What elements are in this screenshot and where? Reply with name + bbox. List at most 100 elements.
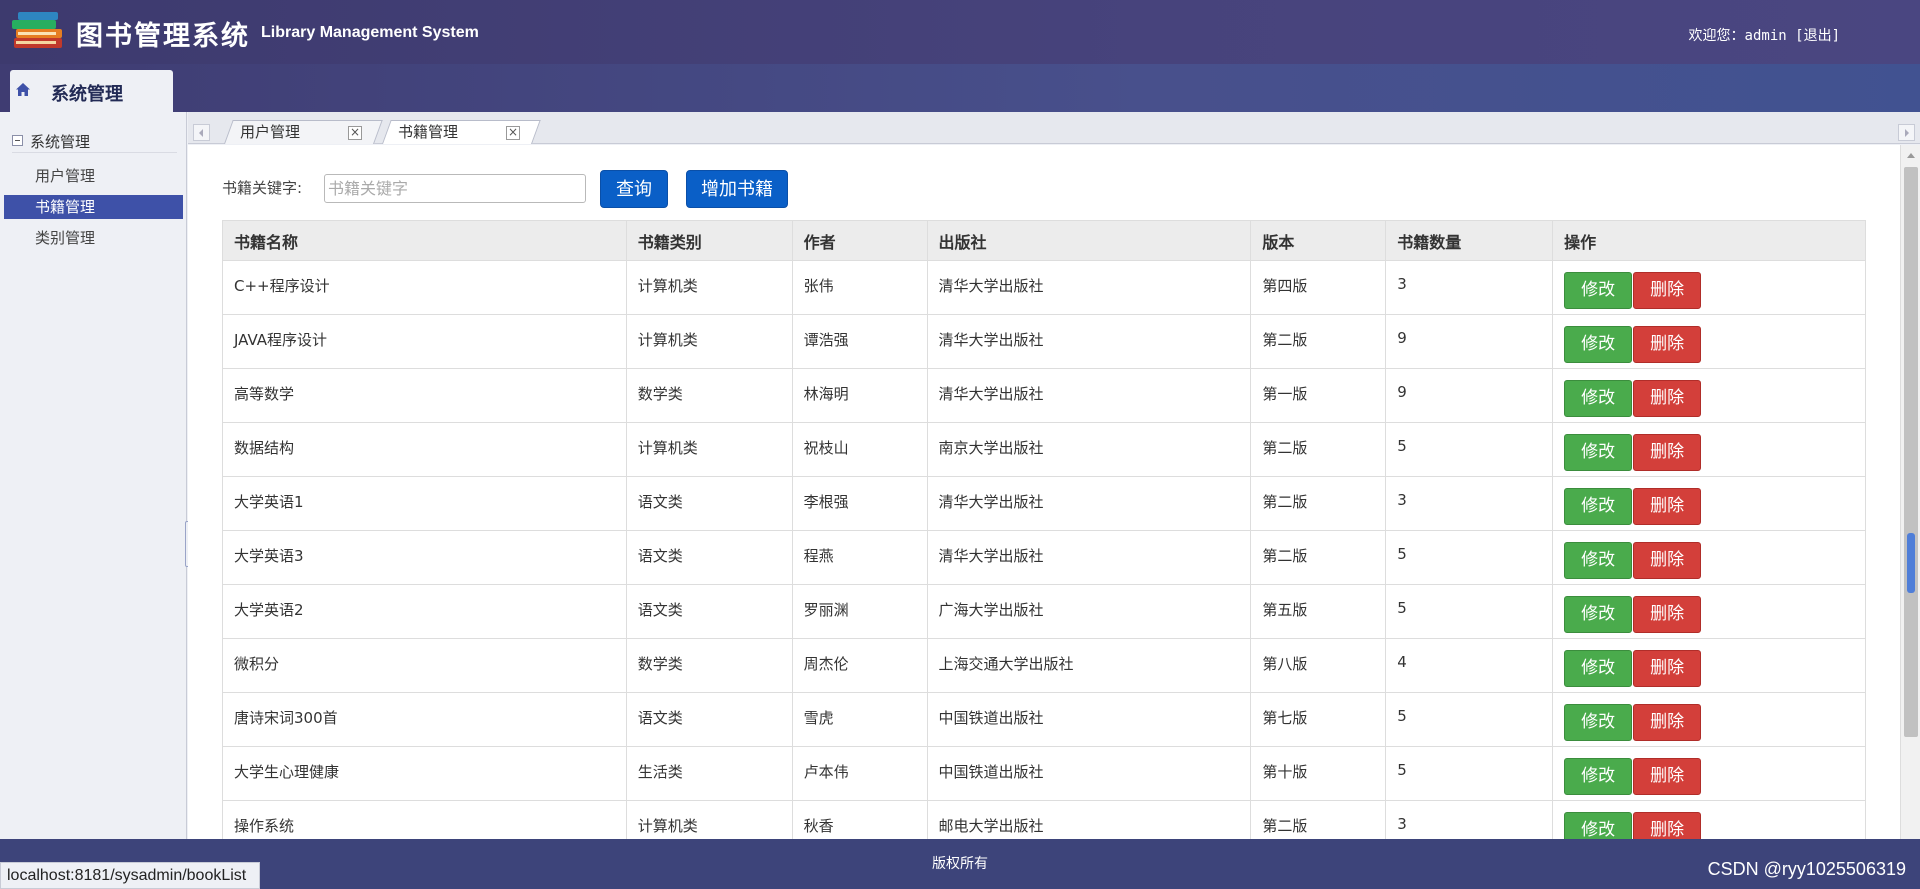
query-button[interactable]: 查询 xyxy=(600,170,668,208)
cell-publisher: 中国铁道出版社 xyxy=(926,692,1252,747)
delete-button[interactable]: 删除 xyxy=(1633,812,1702,839)
edit-button[interactable]: 修改 xyxy=(1564,542,1633,579)
cell-book-count: 3 xyxy=(1385,476,1554,531)
copyright-text: 版权所有 xyxy=(932,856,988,872)
cell-book-count: 5 xyxy=(1385,692,1554,747)
app-subtitle: Library Management System xyxy=(261,24,479,41)
cell-actions: 修改 删除 xyxy=(1552,584,1866,639)
delete-button[interactable]: 删除 xyxy=(1633,326,1702,363)
edit-button[interactable]: 修改 xyxy=(1564,380,1633,417)
edit-button[interactable]: 修改 xyxy=(1564,326,1633,363)
collapse-toggle-icon[interactable] xyxy=(12,135,23,146)
scroll-up-icon[interactable] xyxy=(1907,153,1915,158)
tab-book-management[interactable]: 书籍管理 × xyxy=(382,120,541,144)
cell-author: 程燕 xyxy=(791,530,928,585)
cell-book-count: 9 xyxy=(1385,368,1554,423)
header-book-name: 书籍名称 xyxy=(222,220,627,261)
cell-actions: 修改 删除 xyxy=(1552,746,1866,801)
delete-button[interactable]: 删除 xyxy=(1633,434,1702,471)
cell-book-category: 数学类 xyxy=(625,368,793,423)
status-url: localhost:8181/sysadmin/bookList xyxy=(0,862,260,889)
sidebar-group-system[interactable]: 系统管理 xyxy=(10,130,180,154)
edit-button[interactable]: 修改 xyxy=(1564,758,1633,795)
logout-link[interactable]: [退出] xyxy=(1795,28,1840,44)
cell-author: 林海明 xyxy=(791,368,928,423)
cell-author: 谭浩强 xyxy=(791,314,928,369)
cell-publisher: 清华大学出版社 xyxy=(926,530,1252,585)
cell-author: 秋香 xyxy=(791,800,928,839)
table-row: 操作系统 计算机类 秋香 邮电大学出版社 第二版 3 修改 删除 xyxy=(222,800,1866,839)
cell-publisher: 清华大学出版社 xyxy=(926,368,1252,423)
cell-author: 雪虎 xyxy=(791,692,928,747)
cell-book-category: 计算机类 xyxy=(625,422,793,477)
nav-tab-system-management[interactable]: 系统管理 xyxy=(10,70,173,112)
table-row: 唐诗宋词300首 语文类 雪虎 中国铁道出版社 第七版 5 修改 删除 xyxy=(222,692,1866,747)
cell-actions: 修改 删除 xyxy=(1552,692,1866,747)
nav-tab-label: 系统管理 xyxy=(51,84,123,105)
table-header-row: 书籍名称 书籍类别 作者 出版社 版本 书籍数量 操作 xyxy=(222,220,1866,261)
table-row: C++程序设计 计算机类 张伟 清华大学出版社 第四版 3 修改 删除 xyxy=(222,260,1866,315)
edit-button[interactable]: 修改 xyxy=(1564,596,1633,633)
edit-button[interactable]: 修改 xyxy=(1564,812,1633,839)
cell-book-category: 生活类 xyxy=(625,746,793,801)
top-navbar: 系统管理 xyxy=(0,64,1920,112)
cell-actions: 修改 删除 xyxy=(1552,530,1866,585)
edit-button[interactable]: 修改 xyxy=(1564,488,1633,525)
edit-button[interactable]: 修改 xyxy=(1564,272,1633,309)
delete-button[interactable]: 删除 xyxy=(1633,596,1702,633)
edit-button[interactable]: 修改 xyxy=(1564,650,1633,687)
tab-scroll-right-icon[interactable] xyxy=(1898,124,1915,141)
cell-actions: 修改 删除 xyxy=(1552,260,1866,315)
table-row: 微积分 数学类 周杰伦 上海交通大学出版社 第八版 4 修改 删除 xyxy=(222,638,1866,693)
cell-actions: 修改 删除 xyxy=(1552,800,1866,839)
delete-button[interactable]: 删除 xyxy=(1633,704,1702,741)
cell-publisher: 中国铁道出版社 xyxy=(926,746,1252,801)
delete-button[interactable]: 删除 xyxy=(1633,758,1702,795)
cell-author: 周杰伦 xyxy=(791,638,928,693)
cell-edition: 第二版 xyxy=(1250,314,1387,369)
cell-publisher: 广海大学出版社 xyxy=(926,584,1252,639)
tab-label: 用户管理 xyxy=(240,123,301,141)
header-edition: 版本 xyxy=(1250,220,1387,261)
search-input[interactable]: 书籍关键字 xyxy=(324,174,586,203)
tab-strip: 用户管理 × 书籍管理 × xyxy=(188,112,1920,144)
footer: 版权所有 xyxy=(0,839,1920,889)
header-book-category: 书籍类别 xyxy=(625,220,793,261)
username: admin xyxy=(1744,28,1787,44)
sidebar-item-book-management[interactable]: 书籍管理 xyxy=(4,195,183,219)
cell-book-name: 操作系统 xyxy=(222,800,627,839)
delete-button[interactable]: 删除 xyxy=(1633,650,1702,687)
watermark-text: CSDN @ryy1025506319 xyxy=(1707,859,1906,879)
books-table: 书籍名称 书籍类别 作者 出版社 版本 书籍数量 操作 C++程序设计 计算机类张… xyxy=(222,220,1866,839)
cell-edition: 第二版 xyxy=(1250,530,1387,585)
vertical-scrollbar[interactable] xyxy=(1900,145,1920,839)
delete-button[interactable]: 删除 xyxy=(1633,542,1702,579)
add-book-button[interactable]: 增加书籍 xyxy=(686,170,788,208)
edit-button[interactable]: 修改 xyxy=(1564,434,1633,471)
sidebar-item-category-management[interactable]: 类别管理 xyxy=(4,226,183,250)
table-row: 大学英语1 语文类 李根强 清华大学出版社 第二版 3 修改 删除 xyxy=(222,476,1866,531)
cell-book-name: 唐诗宋词300首 xyxy=(222,692,627,747)
cell-book-name: JAVA程序设计 xyxy=(222,314,627,369)
table-row: 高等数学 数学类 林海明 清华大学出版社 第一版 9 修改 删除 xyxy=(222,368,1866,423)
delete-button[interactable]: 删除 xyxy=(1633,272,1702,309)
close-icon[interactable]: × xyxy=(506,126,520,140)
delete-button[interactable]: 删除 xyxy=(1633,380,1702,417)
cell-author: 罗丽渊 xyxy=(791,584,928,639)
cell-book-count: 5 xyxy=(1385,530,1554,585)
cell-book-category: 语文类 xyxy=(625,584,793,639)
tab-scroll-left-icon[interactable] xyxy=(193,124,210,141)
cell-book-name: 高等数学 xyxy=(222,368,627,423)
tab-user-management[interactable]: 用户管理 × xyxy=(224,120,383,144)
cell-edition: 第八版 xyxy=(1250,638,1387,693)
close-icon[interactable]: × xyxy=(348,126,362,140)
cell-actions: 修改 删除 xyxy=(1552,368,1866,423)
cell-actions: 修改 删除 xyxy=(1552,314,1866,369)
sidebar-item-user-management[interactable]: 用户管理 xyxy=(4,164,183,188)
scrollbar-thumb[interactable] xyxy=(1904,167,1918,737)
delete-button[interactable]: 删除 xyxy=(1633,488,1702,525)
cell-edition: 第十版 xyxy=(1250,746,1387,801)
cell-publisher: 上海交通大学出版社 xyxy=(926,638,1252,693)
header-author: 作者 xyxy=(791,220,928,261)
edit-button[interactable]: 修改 xyxy=(1564,704,1633,741)
